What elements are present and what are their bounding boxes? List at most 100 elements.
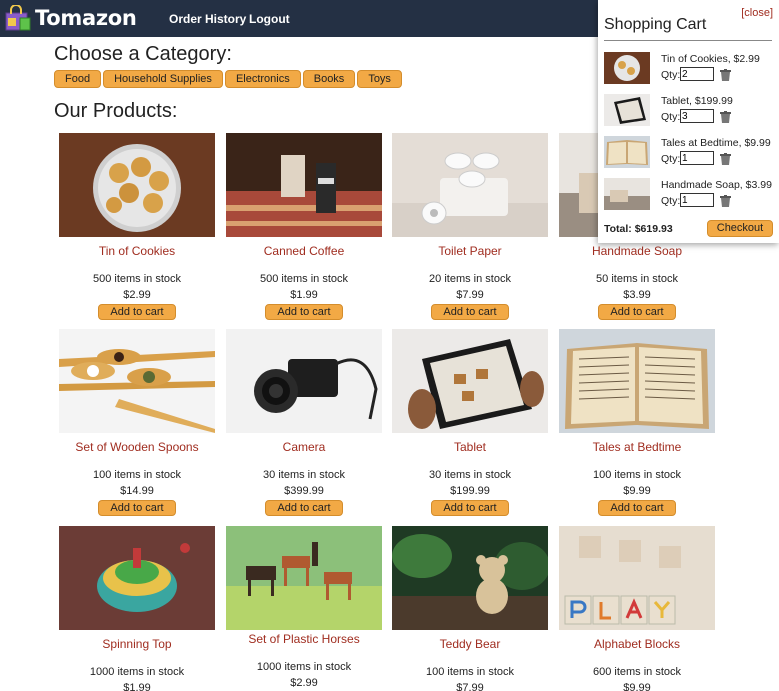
product-image-camera[interactable]	[226, 329, 382, 433]
product-stock: 100 items in stock	[592, 469, 682, 481]
trash-icon[interactable]	[720, 110, 731, 123]
add-to-cart-button[interactable]: Add to cart	[431, 500, 509, 516]
product-stock: 20 items in stock	[429, 273, 511, 285]
product-stock: 50 items in stock	[596, 273, 678, 285]
product-stock: 1000 items in stock	[89, 666, 185, 678]
product-price: $7.99	[456, 289, 484, 301]
cart-qty-input[interactable]	[680, 67, 714, 81]
add-to-cart-button[interactable]: Add to cart	[598, 500, 676, 516]
cart-item-description: Tin of Cookies, $2.99	[661, 53, 760, 65]
products-heading: Our Products:	[54, 100, 178, 122]
product-card: Teddy Bear 100 items in stock $7.99	[392, 526, 548, 691]
product-price: $199.99	[450, 485, 490, 497]
add-to-cart-button[interactable]: Add to cart	[98, 500, 176, 516]
product-price: $14.99	[120, 485, 154, 497]
product-name[interactable]: Camera	[226, 440, 382, 456]
product-price: $399.99	[284, 485, 324, 497]
category-toys-button[interactable]: Toys	[357, 70, 402, 88]
product-image-alphabet-blocks[interactable]	[559, 526, 715, 630]
product-card: Set of Plastic Horses 1000 items in stoc…	[226, 526, 382, 689]
category-household-button[interactable]: Household Supplies	[103, 70, 223, 88]
add-to-cart-button[interactable]: Add to cart	[98, 304, 176, 320]
cart-divider	[604, 40, 772, 41]
cart-close-link[interactable]: [close]	[741, 7, 773, 19]
product-card: Tales at Bedtime 100 items in stock $9.9…	[559, 329, 715, 516]
product-name[interactable]: Tin of Cookies	[59, 244, 215, 260]
product-image-wooden-spoons[interactable]	[59, 329, 215, 433]
product-price: $7.99	[456, 682, 484, 691]
product-name[interactable]: Set of Wooden Spoons	[59, 440, 215, 456]
product-price: $9.99	[623, 485, 651, 497]
product-stock: 1000 items in stock	[256, 661, 352, 673]
product-name[interactable]: Set of Plastic Horses	[226, 632, 382, 648]
category-electronics-button[interactable]: Electronics	[224, 70, 301, 88]
cart-item-description: Tales at Bedtime, $9.99	[661, 137, 771, 149]
product-price: $1.99	[290, 289, 318, 301]
cart-qty-label: Qty:	[661, 153, 681, 165]
category-bar: Food Household Supplies Electronics Book…	[54, 70, 402, 88]
category-books-button[interactable]: Books	[302, 70, 356, 88]
product-price: $1.99	[123, 682, 151, 691]
product-card: Tin of Cookies 500 items in stock $2.99 …	[59, 133, 215, 320]
cart-item: Tin of Cookies, $2.99 Qty:	[604, 52, 776, 84]
trash-icon[interactable]	[720, 152, 731, 165]
product-image-teddy-bear[interactable]	[392, 526, 548, 630]
product-name[interactable]: Tales at Bedtime	[559, 440, 715, 456]
cart-qty-input[interactable]	[680, 193, 714, 207]
product-name[interactable]: Canned Coffee	[226, 244, 382, 260]
product-stock: 500 items in stock	[92, 273, 182, 285]
cart-item: Tablet, $199.99 Qty:	[604, 94, 776, 126]
product-image-spinning-top[interactable]	[59, 526, 215, 630]
checkout-button[interactable]: Checkout	[707, 220, 773, 237]
category-food-button[interactable]: Food	[54, 70, 102, 88]
product-stock: 30 items in stock	[429, 469, 511, 481]
product-image-tablet[interactable]	[392, 329, 548, 433]
add-to-cart-button[interactable]: Add to cart	[265, 500, 343, 516]
product-price: $2.99	[290, 677, 318, 689]
cart-item-thumbnail	[604, 52, 650, 84]
cart-qty-label: Qty:	[661, 111, 681, 123]
product-stock: 30 items in stock	[263, 469, 345, 481]
cart-item-description: Tablet, $199.99	[661, 95, 733, 107]
product-price: $9.99	[623, 682, 651, 691]
product-name[interactable]: Teddy Bear	[392, 637, 548, 653]
product-image-canned-coffee[interactable]	[226, 133, 382, 237]
product-card: Set of Wooden Spoons 100 items in stock …	[59, 329, 215, 516]
product-name[interactable]: Handmade Soap	[559, 244, 715, 260]
cart-title: Shopping Cart	[604, 16, 707, 33]
cart-total: Total: $619.93	[604, 223, 673, 235]
product-name[interactable]: Tablet	[392, 440, 548, 456]
brand-logo[interactable]: Tomazon	[4, 4, 137, 31]
product-image-tales-at-bedtime[interactable]	[559, 329, 715, 433]
cart-item: Handmade Soap, $3.99 Qty:	[604, 178, 776, 210]
add-to-cart-button[interactable]: Add to cart	[431, 304, 509, 320]
product-image-plastic-horses[interactable]	[226, 526, 382, 630]
product-name[interactable]: Spinning Top	[59, 637, 215, 653]
cart-qty-input[interactable]	[680, 151, 714, 165]
add-to-cart-button[interactable]: Add to cart	[265, 304, 343, 320]
shopping-cart-panel: [close] Shopping Cart Tin of Cookies, $2…	[598, 0, 779, 243]
product-card: Tablet 30 items in stock $199.99 Add to …	[392, 329, 548, 516]
product-name[interactable]: Alphabet Blocks	[559, 637, 715, 653]
product-card: Toilet Paper 20 items in stock $7.99 Add…	[392, 133, 548, 320]
product-stock: 600 items in stock	[592, 666, 682, 678]
trash-icon[interactable]	[720, 68, 731, 81]
product-name[interactable]: Toilet Paper	[392, 244, 548, 260]
product-price: $3.99	[623, 289, 651, 301]
brand-name: Tomazon	[35, 6, 137, 30]
shopping-bag-icon	[4, 4, 32, 31]
product-card: Spinning Top 1000 items in stock $1.99	[59, 526, 215, 691]
cart-item: Tales at Bedtime, $9.99 Qty:	[604, 136, 776, 168]
category-heading: Choose a Category:	[54, 43, 232, 65]
product-image-tin-of-cookies[interactable]	[59, 133, 215, 237]
nav-order-history-link[interactable]: Order History	[169, 12, 246, 26]
cart-item-thumbnail	[604, 178, 650, 210]
product-card: Camera 30 items in stock $399.99 Add to …	[226, 329, 382, 516]
nav-logout-link[interactable]: Logout	[249, 12, 290, 26]
cart-qty-input[interactable]	[680, 109, 714, 123]
cart-item-description: Handmade Soap, $3.99	[661, 179, 772, 191]
product-image-toilet-paper[interactable]	[392, 133, 548, 237]
cart-qty-label: Qty:	[661, 69, 681, 81]
trash-icon[interactable]	[720, 194, 731, 207]
add-to-cart-button[interactable]: Add to cart	[598, 304, 676, 320]
